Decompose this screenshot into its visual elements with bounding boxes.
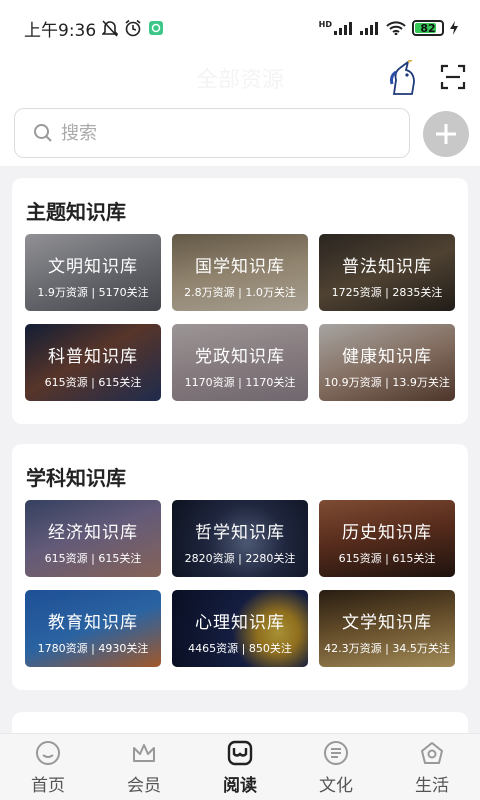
tab-member[interactable]: 会员 [96,734,192,800]
section-title: 主题知识库 [26,200,126,224]
charging-bolt-icon [450,21,458,35]
card-stats: 42.3万资源 | 34.5万关注 [324,642,450,655]
unicorn-mascot-icon[interactable] [386,60,420,96]
status-bar: 上午9:36 HD 82 [0,0,480,56]
signal-strength-2-icon [360,22,378,35]
search-input[interactable] [61,122,381,144]
tab-home[interactable]: 首页 [0,734,96,800]
tab-life[interactable]: 生活 [384,734,480,800]
tab-label: 生活 [415,776,449,796]
bottom-tab-bar: 首页 会员 阅读 文化 生活 [0,733,480,800]
knowledge-card[interactable]: 哲学知识库 2820资源 | 2280关注 [172,500,308,577]
tab-label: 文化 [319,776,353,796]
card-stats: 2820资源 | 2280关注 [184,552,296,565]
card-title: 普法知识库 [342,257,432,277]
card-title: 文明知识库 [48,257,138,277]
card-stats: 10.9万资源 | 13.9万关注 [324,376,450,389]
card-stats: 615资源 | 615关注 [44,552,142,565]
card-title: 经济知识库 [48,523,138,543]
card-title: 健康知识库 [342,347,432,367]
signal-strength-icon [334,22,352,35]
battery-level-text: 82 [420,21,436,35]
card-title: 科普知识库 [48,347,138,367]
tab-reading[interactable]: 阅读 [192,734,288,800]
subject-card-grid: 经济知识库 615资源 | 615关注 哲学知识库 2820资源 | 2280关… [25,500,455,667]
add-button[interactable] [423,111,469,157]
card-stats: 2.8万资源 | 1.0万关注 [184,286,296,299]
tab-label: 会员 [127,776,161,796]
knowledge-card[interactable]: 经济知识库 615资源 | 615关注 [25,500,161,577]
card-title: 国学知识库 [195,257,285,277]
card-stats: 1780资源 | 4930关注 [37,642,149,655]
knowledge-card[interactable]: 文明知识库 1.9万资源 | 5170关注 [25,234,161,311]
knowledge-card[interactable]: 科普知识库 615资源 | 615关注 [25,324,161,401]
reading-icon [227,740,253,766]
knowledge-card[interactable]: 党政知识库 1170资源 | 1170关注 [172,324,308,401]
knowledge-card[interactable]: 历史知识库 615资源 | 615关注 [319,500,455,577]
plus-icon [436,124,456,144]
card-stats: 4465资源 | 850关注 [188,642,292,655]
tab-culture[interactable]: 文化 [288,734,384,800]
network-type: HD [318,19,332,29]
wifi-icon [386,21,406,35]
battery-indicator: 82 [412,20,444,36]
home-face-icon [36,741,60,765]
knowledge-card[interactable]: 教育知识库 1780资源 | 4930关注 [25,590,161,667]
knowledge-card[interactable]: 普法知识库 1725资源 | 2835关注 [319,234,455,311]
app-notification-icon [149,21,164,35]
status-time: 上午9:36 [24,20,97,41]
mute-bell-icon [102,20,119,37]
alarm-clock-icon [125,19,141,37]
card-title: 教育知识库 [48,613,138,633]
knowledge-card[interactable]: 健康知识库 10.9万资源 | 13.9万关注 [319,324,455,401]
tab-label: 阅读 [223,776,257,796]
card-stats: 1725资源 | 2835关注 [331,286,443,299]
card-title: 心理知识库 [195,613,285,633]
section-title: 学科知识库 [26,466,126,490]
crown-icon [133,744,155,762]
card-title: 历史知识库 [342,523,432,543]
knowledge-card[interactable]: 心理知识库 4465资源 | 850关注 [172,590,308,667]
knowledge-card[interactable]: 国学知识库 2.8万资源 | 1.0万关注 [172,234,308,311]
culture-scroll-icon [324,741,348,765]
status-right: HD 82 [319,20,458,36]
card-stats: 615资源 | 615关注 [338,552,436,565]
card-stats: 1.9万资源 | 5170关注 [37,286,149,299]
card-title: 党政知识库 [195,347,285,367]
topic-card-grid: 文明知识库 1.9万资源 | 5170关注 国学知识库 2.8万资源 | 1.0… [25,234,455,401]
topic-knowledge-section: 主题知识库 文明知识库 1.9万资源 | 5170关注 国学知识库 2.8万资源… [12,178,468,424]
scan-icon[interactable] [440,64,466,90]
tab-label: 首页 [31,776,65,796]
card-stats: 1170资源 | 1170关注 [184,376,296,389]
status-left: 上午9:36 [24,16,164,41]
subject-knowledge-section: 学科知识库 经济知识库 615资源 | 615关注 哲学知识库 2820资源 |… [12,444,468,690]
search-icon [34,124,52,142]
page-title: 全部资源 [195,68,284,93]
search-bar[interactable] [14,108,410,158]
knowledge-card[interactable]: 文学知识库 42.3万资源 | 34.5万关注 [319,590,455,667]
card-title: 文学知识库 [342,613,432,633]
card-stats: 615资源 | 615关注 [44,376,142,389]
card-title: 哲学知识库 [195,523,285,543]
life-icon [421,742,443,764]
